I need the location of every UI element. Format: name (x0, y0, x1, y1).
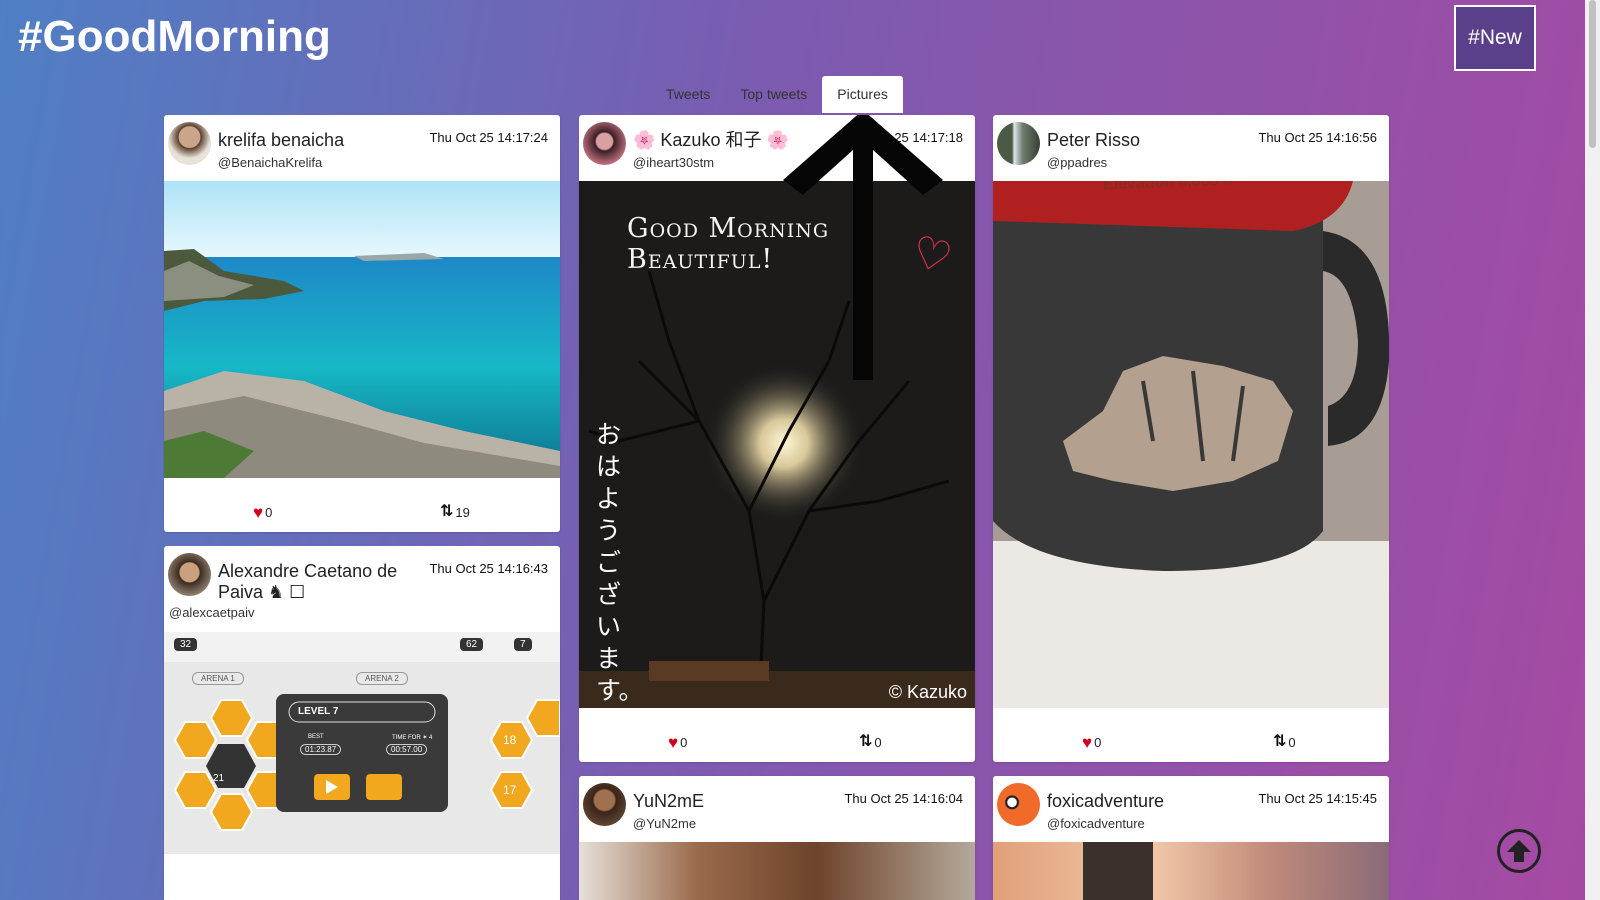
image-credit: © Kazuko (888, 682, 967, 702)
retweet-count[interactable]: ⇅ 0 (859, 734, 882, 750)
like-value: 0 (265, 505, 273, 520)
tweet-image[interactable] (164, 181, 560, 478)
tab-bar: Tweets Top tweets Pictures (651, 76, 903, 113)
page-title: #GoodMorning (18, 12, 331, 61)
tweet-card: 🌸 Kazuko 和子 🌸 @iheart30stm Thu Oct 25 14… (579, 115, 975, 762)
avatar[interactable] (583, 122, 626, 165)
game-hex-right-1: 18 (503, 733, 517, 747)
arrow-up-circle-icon (1507, 840, 1531, 862)
tweet-card: foxicadventure @foxicadventure Thu Oct 2… (993, 776, 1389, 900)
tweet-author-name[interactable]: krelifa benaicha (218, 130, 413, 151)
tweet-card: Peter Risso @ppadres Thu Oct 25 14:16:56… (993, 115, 1389, 762)
tweet-timestamp: Thu Oct 25 14:17:24 (429, 130, 548, 145)
tweet-card: YuN2mE @YuN2me Thu Oct 25 14:16:04 (579, 776, 975, 900)
tweet-author-name[interactable]: foxicadventure (1047, 791, 1242, 812)
like-count[interactable]: ♥ 0 (668, 734, 687, 751)
machinery-silhouette (1083, 842, 1153, 900)
retweet-icon: ⇅ (1273, 733, 1287, 750)
tweet-author-name[interactable]: YuN2mE (633, 791, 828, 812)
tweet-author-name[interactable]: Peter Risso (1047, 130, 1242, 151)
tweet-author-handle[interactable]: @foxicadventure (1047, 816, 1145, 831)
game-hexagons (173, 694, 560, 831)
scrollbar-thumb[interactable] (1589, 0, 1596, 148)
tweet-author-handle[interactable]: @YuN2me (633, 816, 696, 831)
tweet-image[interactable] (579, 842, 975, 900)
heart-icon: ♥ (1082, 733, 1093, 752)
tweet-timestamp: Thu Oct 25 14:16:43 (429, 561, 548, 576)
like-value: 0 (680, 735, 688, 750)
tweet-card: Alexandre Caetano de Paiva ♞ ☐ @alexcaet… (164, 546, 560, 900)
avatar[interactable] (583, 783, 626, 826)
game-best-value: 01:23.87 (300, 744, 342, 755)
like-value: 0 (1094, 735, 1102, 750)
tweet-author-handle[interactable]: @iheart30stm (633, 155, 714, 170)
tweet-image[interactable]: 32 62 7 ARENA 1 ARENA 2 21 18 17 LEVEL 7… (164, 632, 560, 854)
scroll-to-top-button[interactable] (1497, 829, 1541, 873)
retweet-value: 19 (455, 504, 470, 520)
tweet-author-handle[interactable]: @ppadres (1047, 155, 1107, 170)
game-hex-right-2: 17 (503, 783, 517, 797)
new-button[interactable]: #New (1454, 5, 1536, 71)
retweet-icon: ⇅ (859, 733, 873, 750)
like-count[interactable]: ♥ 0 (1082, 734, 1101, 751)
retweet-value: 0 (1288, 734, 1296, 750)
tweet-timestamp: Thu Oct 25 14:16:56 (1258, 130, 1377, 145)
tweet-timestamp: Thu Oct 25 14:16:04 (844, 791, 963, 806)
tweet-author-handle[interactable]: @alexcaetpaiv (169, 605, 254, 620)
heart-icon: ♥ (668, 733, 679, 752)
avatar[interactable] (997, 122, 1040, 165)
retweet-count[interactable]: ⇅ 0 (1273, 734, 1296, 750)
page-scrollbar[interactable] (1585, 0, 1600, 900)
tweet-timestamp: Thu Oct 25 14:15:45 (1258, 791, 1377, 806)
tweet-card: krelifa benaicha @BenaichaKrelifa Thu Oc… (164, 115, 560, 532)
game-best-label: BEST (308, 734, 324, 740)
image-vertical-text: おはようございます。 (596, 421, 644, 705)
tab-pictures[interactable]: Pictures (822, 76, 903, 113)
avatar[interactable] (168, 122, 211, 165)
like-count[interactable]: ♥ 0 (253, 504, 272, 521)
retweet-value: 0 (874, 734, 882, 750)
tweet-image[interactable] (993, 842, 1389, 900)
up-arrow-overlay-icon (783, 115, 943, 380)
avatar[interactable] (168, 553, 211, 596)
game-time-label: TIME FOR ✶ 4 (392, 735, 433, 741)
heart-icon: ♥ (253, 503, 264, 522)
tweet-author-name[interactable]: Alexandre Caetano de Paiva ♞ ☐ (218, 561, 413, 603)
retweet-icon: ⇅ (440, 503, 454, 520)
game-hex-center: 21 (213, 773, 225, 784)
sea-coast-photo (164, 181, 560, 478)
tab-top-tweets[interactable]: Top tweets (725, 76, 822, 113)
retweet-count[interactable]: ⇅ 19 (440, 504, 470, 520)
game-time-value: 00:57.00 (386, 744, 428, 755)
tweet-image[interactable]: Elevation 8,853 ft (993, 181, 1389, 708)
game-level: LEVEL 7 (298, 706, 339, 717)
avatar[interactable] (997, 783, 1040, 826)
tab-tweets[interactable]: Tweets (651, 76, 725, 113)
coffee-mug-photo (993, 181, 1389, 708)
tweet-author-handle[interactable]: @BenaichaKrelifa (218, 155, 322, 170)
